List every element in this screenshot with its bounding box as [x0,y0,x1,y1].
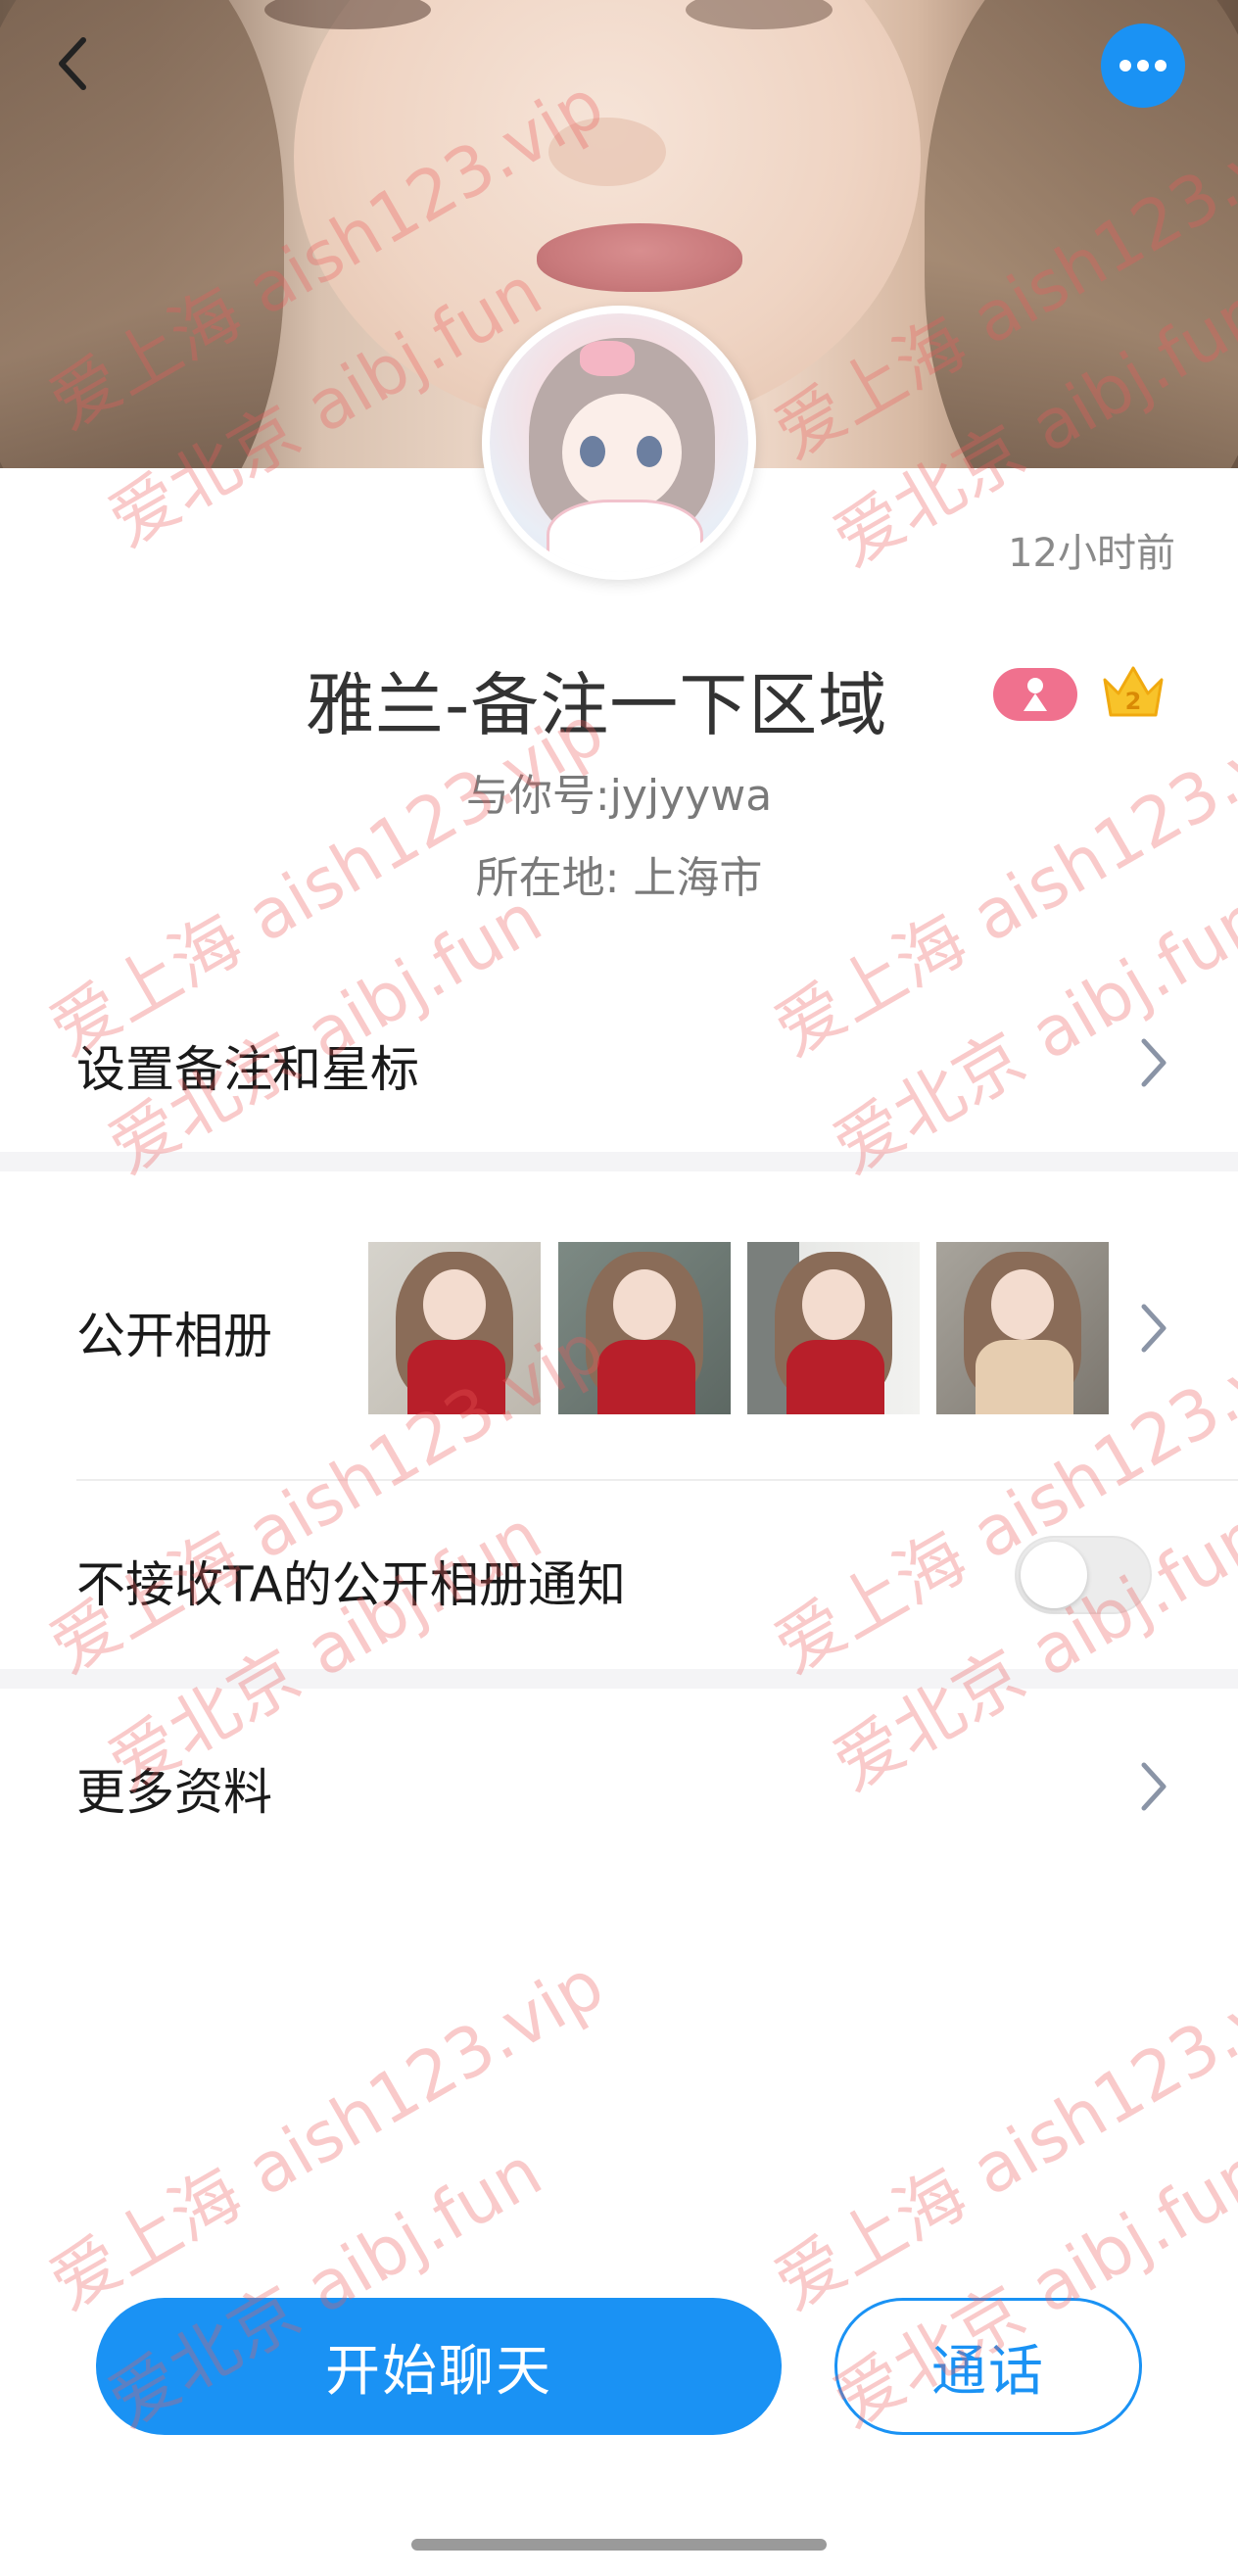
female-icon [1024,678,1047,711]
last-active-time: 12小时前 [1008,531,1175,576]
album-thumbnail[interactable] [558,1242,731,1414]
set-remark-row[interactable]: 设置备注和星标 [0,979,1238,1146]
avatar[interactable] [482,306,756,580]
album-notify-toggle[interactable] [1015,1536,1152,1614]
section-gap [0,1152,1238,1171]
chevron-left-icon [59,37,86,90]
call-button[interactable]: 通话 [834,2298,1142,2435]
chevron-right-icon [1141,1762,1167,1811]
start-chat-button[interactable]: 开始聊天 [96,2298,782,2435]
chevron-right-icon [1141,1304,1167,1353]
level-number: 2 [1125,688,1142,715]
album-thumbnail[interactable] [936,1242,1109,1414]
set-remark-label: 设置备注和星标 [76,1041,419,1098]
more-button[interactable] [1101,24,1185,108]
home-indicator [411,2539,827,2551]
crown-icon: 2 [1099,658,1167,727]
chevron-right-icon [1141,1038,1167,1087]
more-dots-icon [1119,60,1167,72]
more-info-row[interactable]: 更多资料 [0,1689,1238,1884]
toggle-knob [1021,1542,1087,1608]
album-thumbnail[interactable] [747,1242,920,1414]
public-album-label: 公开相册 [76,1308,272,1364]
profile-name: 雅兰-备注一下区域 [306,665,888,745]
watermark: 爱上海 aish123.vip [761,1943,1238,2326]
section-gap [0,1669,1238,1689]
gender-badge [993,668,1077,721]
location: 所在地: 上海市 [475,853,763,903]
watermark: 爱上海 aish123.vip [36,1943,617,2326]
account-id: 与你号:jyjyywa [465,771,773,821]
name-row: 雅兰-备注一下区域 2 [0,650,1238,745]
back-button[interactable] [37,29,106,98]
more-info-label: 更多资料 [76,1764,272,1821]
album-notify-label: 不接收TA的公开相册通知 [76,1556,626,1613]
album-thumbnail[interactable] [368,1242,541,1414]
